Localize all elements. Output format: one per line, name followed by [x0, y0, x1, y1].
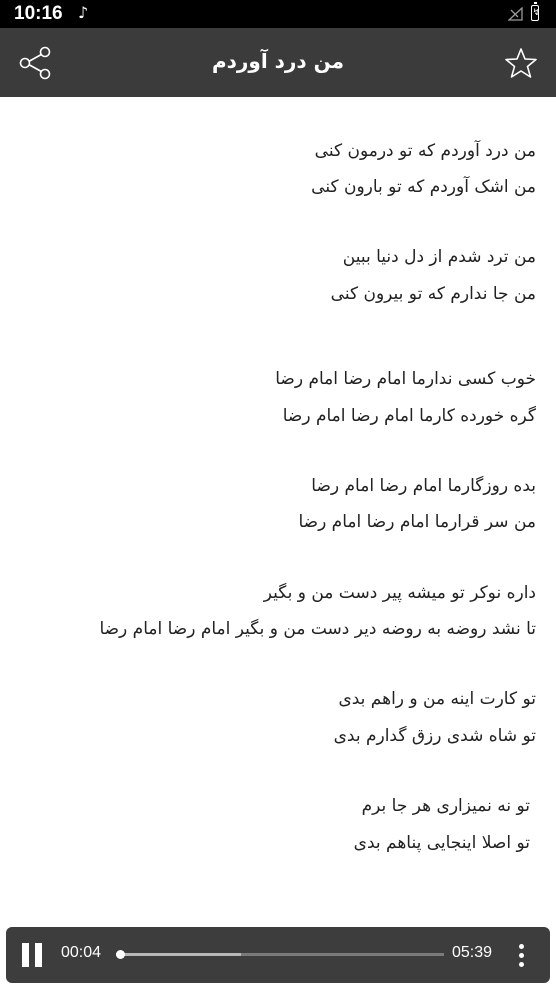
pause-icon [35, 943, 42, 967]
star-icon [505, 48, 537, 78]
lyric-line: من درد آوردم که تو درمون کنی [314, 141, 536, 161]
lyric-line: تو کارت اینه من و راهم بدی [338, 689, 536, 709]
time-elapsed: 00:04 [61, 944, 102, 961]
battery-icon: ↯ [531, 2, 540, 21]
lyric-line: خوب کسی ندارما امام رضا امام رضا [275, 369, 536, 389]
lyric-line: تو شاه شدی رزق گدارم بدی [333, 726, 536, 746]
lyric-line: بده روزگارما امام رضا امام رضا [311, 476, 536, 496]
lyric-line: من سر قرارما امام رضا امام رضا [298, 512, 536, 532]
lyric-line: تو نه نمیزاری هر جا برم [361, 796, 530, 816]
more-vert-icon [519, 944, 524, 949]
more-vert-icon [519, 953, 524, 958]
favorite-button[interactable] [502, 44, 540, 82]
app-bar: من درد آوردم [0, 28, 556, 97]
lyric-line: من اشک آوردم که تو بارون کنی [311, 177, 536, 197]
status-time: 10:16 [14, 3, 63, 24]
lyrics-body[interactable]: من درد آوردم که تو درمون کنی من اشک آورد… [0, 97, 556, 927]
lyric-line: تا نشد روضه به روضه دیر دست من و بگیر ام… [99, 619, 536, 639]
seek-buffer [116, 953, 241, 956]
seek-thumb[interactable] [115, 950, 125, 959]
lyric-line: من ترد شدم از دل دنیا ببین [342, 247, 536, 267]
music-note-icon: ♪ [78, 3, 89, 22]
seek-bar[interactable] [115, 950, 444, 959]
more-vert-icon [519, 962, 524, 967]
pause-button[interactable] [22, 943, 44, 967]
lyric-line: گره خورده کارما امام رضا امام رضا [282, 406, 536, 426]
pause-icon [22, 943, 29, 967]
time-total: 05:39 [452, 944, 493, 961]
signal-icon [508, 7, 523, 21]
status-bar: 10:16 ♪ ↯ [0, 0, 556, 28]
lyric-line: من جا ندارم که تو بیرون کنی [330, 284, 536, 304]
lyric-line: تو اصلا اینجایی پناهم بدی [353, 833, 530, 853]
more-options-button[interactable] [512, 941, 532, 969]
page-title: من درد آوردم [211, 49, 345, 73]
lyric-line: داره نوکر تو میشه پیر دست من و بگیر [263, 583, 536, 603]
player-bar: 00:04 05:39 [6, 927, 550, 983]
